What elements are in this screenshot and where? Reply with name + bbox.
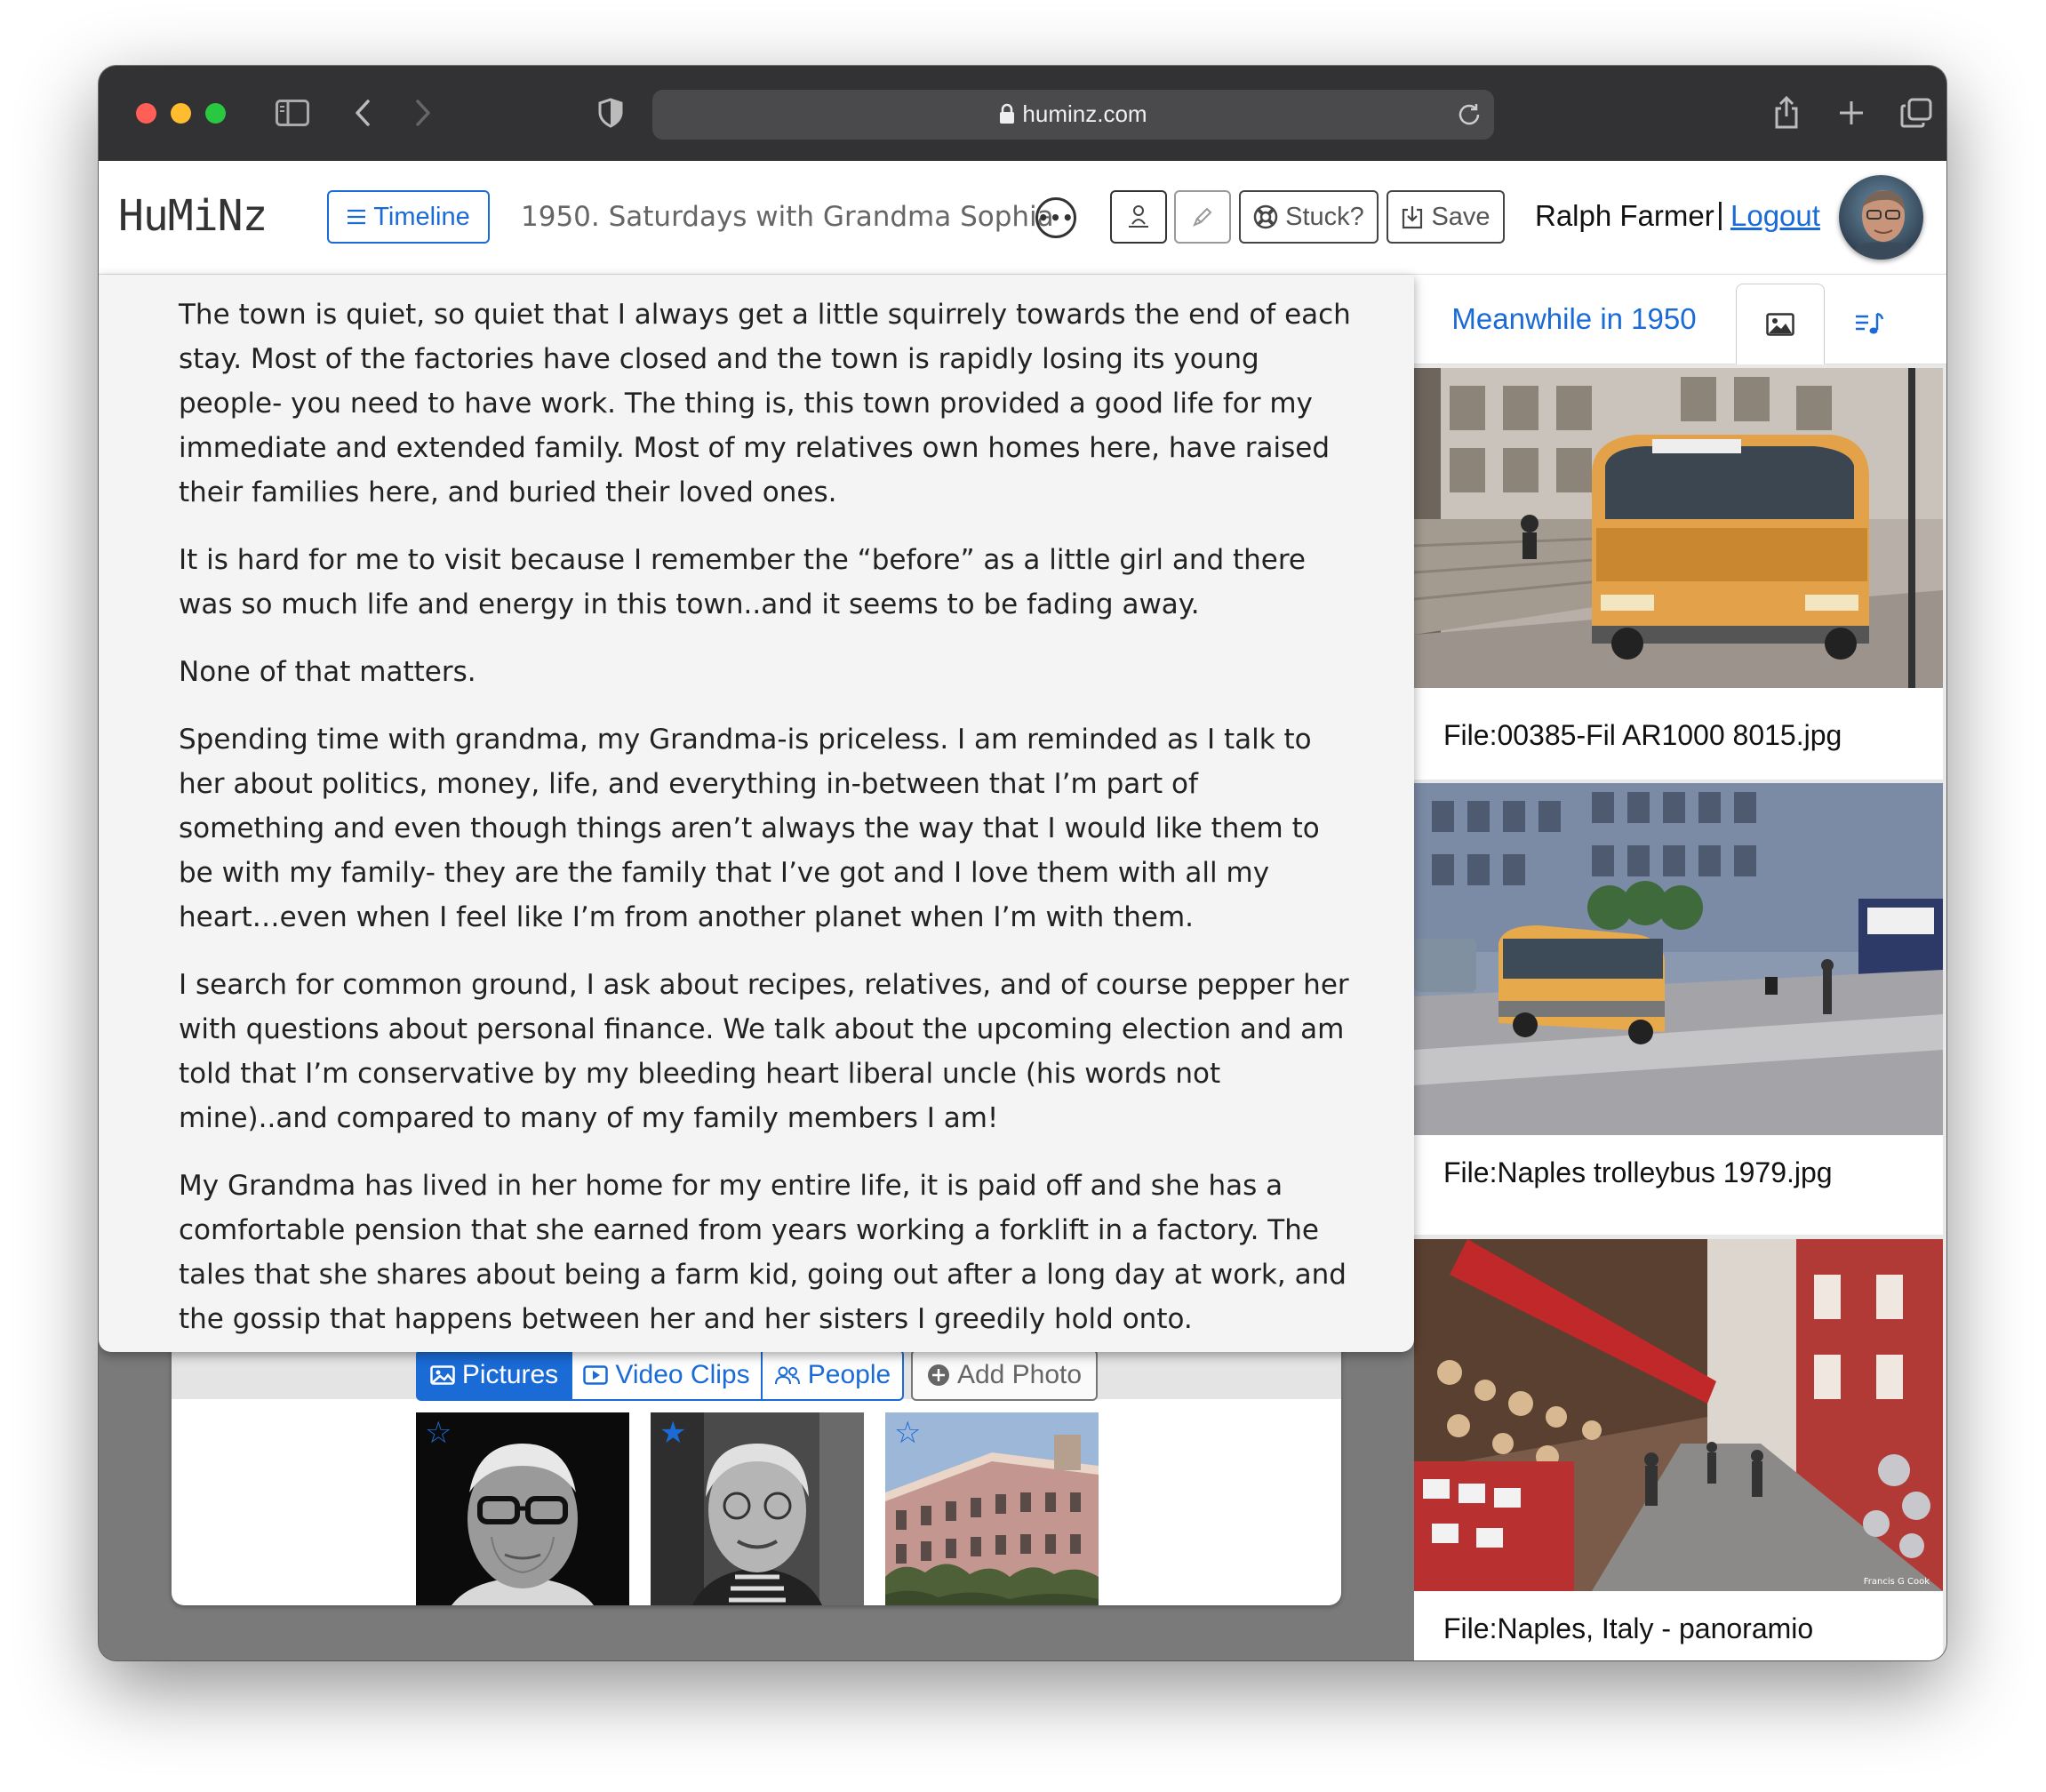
document-title[interactable]: 1950. Saturdays with Grandma Sophia xyxy=(521,201,1054,233)
story-paragraph: I search for common ground, I ask about … xyxy=(179,969,1349,1134)
save-button[interactable]: Save xyxy=(1387,190,1505,244)
save-icon xyxy=(1401,204,1424,229)
share-icon[interactable] xyxy=(1766,92,1807,133)
person-stamp-icon xyxy=(1127,204,1150,229)
logout-link[interactable]: Logout xyxy=(1730,199,1820,233)
story-paragraph: The town is quiet, so quiet that I alway… xyxy=(179,299,1351,508)
image-icon xyxy=(1766,312,1794,336)
user-separator: | xyxy=(1716,197,1724,231)
sidebar-photo: Francis G Cook xyxy=(1414,1239,1943,1591)
photo-credit: Francis G Cook xyxy=(1864,1577,1930,1587)
star-outline-icon[interactable]: ☆ xyxy=(425,1418,452,1448)
privacy-shield-icon[interactable] xyxy=(590,92,631,133)
sidebar-photo-card[interactable]: File:00385-Fil AR1000 8015.jpg xyxy=(1414,368,1943,780)
photo-thumbnail[interactable]: ☆ xyxy=(885,1412,1099,1605)
trolleybus-photo xyxy=(1414,368,1943,688)
plus-circle-icon xyxy=(927,1364,950,1387)
sidebar-toggle-icon[interactable] xyxy=(272,92,313,133)
add-photo-label: Add Photo xyxy=(956,1360,1083,1389)
forward-icon[interactable] xyxy=(403,92,444,133)
back-icon[interactable] xyxy=(342,92,383,133)
sidebar-photo-caption: File:Naples trolleybus 1979.jpg xyxy=(1443,1156,1833,1188)
naples-street-photo: Francis G Cook xyxy=(1414,1239,1943,1591)
minimize-window-button[interactable] xyxy=(171,103,191,124)
save-label: Save xyxy=(1431,202,1491,231)
tab-people-label: People xyxy=(807,1360,891,1389)
app-header: HuMiNz Timeline 1950. Saturdays with Gra… xyxy=(99,161,1946,275)
browser-toolbar: huminz.com xyxy=(99,66,1946,161)
story-paragraph: Spending time with grandma, my Grandma-i… xyxy=(179,724,1320,933)
sidebar-photo-caption: File:00385-Fil AR1000 8015.jpg xyxy=(1443,719,1842,751)
story-paragraph: None of that matters. xyxy=(179,656,476,688)
timeline-button[interactable]: Timeline xyxy=(327,190,490,244)
author-button[interactable] xyxy=(1110,190,1167,244)
sidebar-photo xyxy=(1414,783,1943,1135)
story-paragraph: My Grandma has lived in her home for my … xyxy=(179,1170,1347,1335)
sidebar-tabs: Meanwhile in 1950 xyxy=(1414,275,1946,364)
tab-sidebar-images[interactable] xyxy=(1736,284,1825,364)
address-bar[interactable]: huminz.com xyxy=(652,90,1494,140)
sidebar-photo xyxy=(1414,368,1943,688)
more-dots-icon: ••• xyxy=(1037,207,1075,228)
tab-video-clips-label: Video Clips xyxy=(615,1360,750,1389)
story-text[interactable]: The town is quiet, so quiet that I alway… xyxy=(179,275,1352,1364)
sidebar-photo-card[interactable]: File:Naples trolleybus 1979.jpg xyxy=(1414,783,1943,1235)
music-playlist-icon xyxy=(1854,311,1884,336)
tab-sidebar-music[interactable] xyxy=(1825,284,1914,364)
user-name: Ralph Farmer xyxy=(1535,199,1714,232)
browser-window: huminz.com HuMiNz Timeline 1950. Saturda… xyxy=(99,66,1946,1660)
story-panel: The town is quiet, so quiet that I alway… xyxy=(99,275,1414,1352)
meanwhile-sidebar: Meanwhile in 1950 File:00385-Fil AR1000 … xyxy=(1414,275,1946,1660)
stuck-label: Stuck? xyxy=(1285,202,1364,231)
pen-icon xyxy=(1192,206,1213,228)
star-outline-icon[interactable]: ☆ xyxy=(894,1418,921,1448)
naples-trolleybus-photo xyxy=(1414,783,1943,1135)
sidebar-photo-caption: File:Naples, Italy - panoramio xyxy=(1443,1612,1814,1644)
video-icon xyxy=(583,1365,609,1385)
new-tab-icon[interactable] xyxy=(1831,92,1872,133)
tab-meanwhile[interactable]: Meanwhile in 1950 xyxy=(1414,275,1734,364)
url-text: huminz.com xyxy=(1022,100,1147,127)
photo-thumbnail[interactable]: ☆ xyxy=(416,1412,629,1605)
photo-thumbnail[interactable]: ★ xyxy=(651,1412,864,1605)
app-logo[interactable]: HuMiNz xyxy=(118,191,268,241)
image-icon xyxy=(430,1365,455,1385)
reload-icon[interactable] xyxy=(1457,101,1482,126)
timeline-label: Timeline xyxy=(373,202,470,231)
menu-icon xyxy=(347,209,366,225)
sidebar-photo-card[interactable]: Francis G Cook File:Naples, Italy - pano… xyxy=(1414,1239,1943,1660)
star-filled-icon[interactable]: ★ xyxy=(659,1418,686,1448)
media-panel: Pictures Video Clips People Add Photo ☆ … xyxy=(172,1346,1341,1605)
story-paragraph: It is hard for me to visit because I rem… xyxy=(179,544,1307,620)
lifebuoy-icon xyxy=(1253,204,1278,229)
lock-icon xyxy=(999,103,1015,124)
edit-button[interactable] xyxy=(1174,190,1231,244)
user-avatar[interactable] xyxy=(1839,175,1923,260)
tab-pictures-label: Pictures xyxy=(461,1360,559,1389)
zoom-window-button[interactable] xyxy=(205,103,226,124)
stuck-button[interactable]: Stuck? xyxy=(1239,190,1379,244)
close-window-button[interactable] xyxy=(136,103,156,124)
tab-overview-icon[interactable] xyxy=(1896,92,1937,133)
people-icon xyxy=(774,1365,801,1385)
more-options-button[interactable]: ••• xyxy=(1035,197,1076,238)
